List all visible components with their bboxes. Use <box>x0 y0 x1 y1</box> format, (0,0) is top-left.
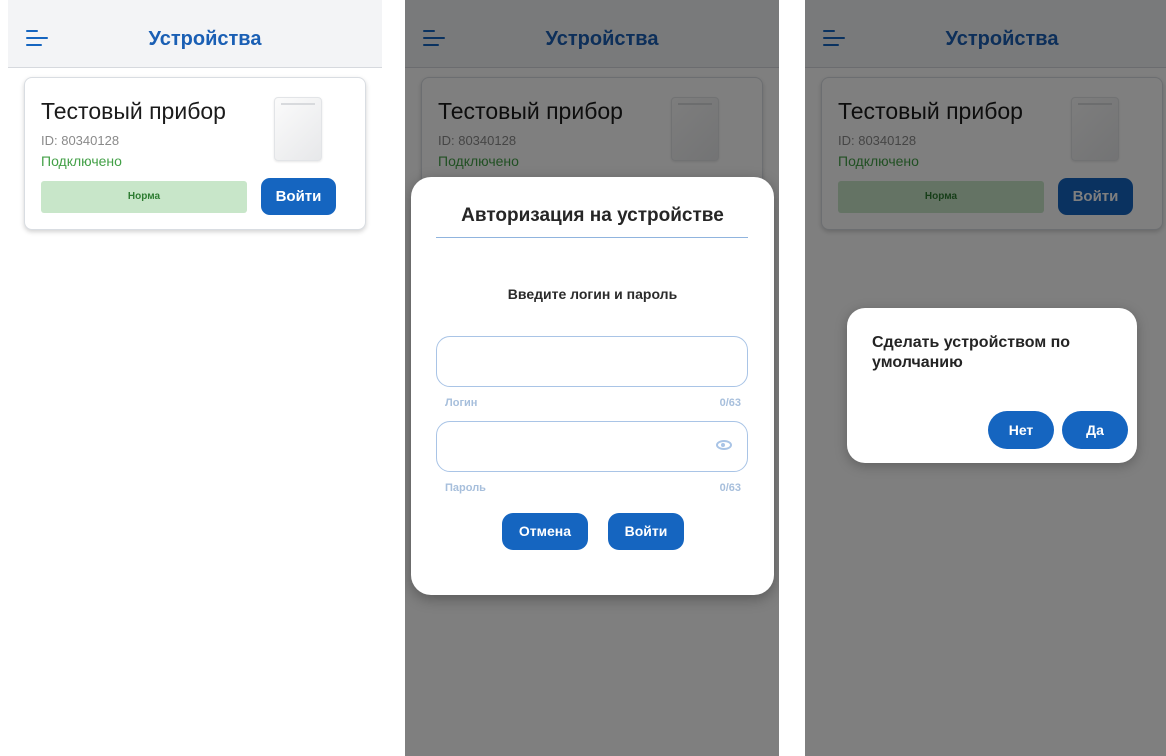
device-card[interactable]: Тестовый прибор ID: 80340128 Подключено … <box>24 77 366 230</box>
auth-login-button[interactable]: Войти <box>608 513 684 550</box>
login-helper-label: Логин <box>445 397 478 409</box>
dialog-title: Авторизация на устройстве <box>461 205 724 226</box>
yes-button[interactable]: Да <box>1062 411 1128 449</box>
password-helper: Пароль 0/63 <box>445 482 741 494</box>
no-button[interactable]: Нет <box>988 411 1054 449</box>
cancel-button[interactable]: Отмена <box>502 513 588 550</box>
login-button[interactable]: Войти <box>261 178 336 215</box>
device-id: ID: 80340128 <box>41 133 120 148</box>
device-status: Подключено <box>41 153 122 169</box>
login-counter: 0/63 <box>719 397 741 409</box>
screen-default-dialog: Устройства Тестовый прибор ID: 80340128 … <box>805 0 1166 756</box>
password-input[interactable] <box>437 422 747 471</box>
divider <box>436 237 748 238</box>
dialog-message: Сделать устройством по умолчанию <box>872 334 1071 371</box>
login-helper: Логин 0/63 <box>445 397 741 409</box>
eye-icon[interactable] <box>716 440 732 450</box>
app-bar: Устройства <box>8 0 382 68</box>
login-field[interactable] <box>436 336 748 387</box>
login-input[interactable] <box>437 337 747 386</box>
screen-auth-dialog: Устройства Тестовый прибор ID: 80340128 … <box>405 0 779 756</box>
screen-device-list: Устройства Тестовый прибор ID: 80340128 … <box>8 0 382 756</box>
device-image <box>274 97 322 161</box>
password-helper-label: Пароль <box>445 482 486 494</box>
password-counter: 0/63 <box>719 482 741 494</box>
password-field[interactable] <box>436 421 748 472</box>
auth-dialog: Авторизация на устройстве Введите логин … <box>411 177 774 595</box>
dialog-subtitle: Введите логин и пароль <box>507 286 678 302</box>
page-title: Устройства <box>148 28 262 50</box>
default-device-dialog: Сделать устройством по умолчанию Нет Да <box>847 308 1137 463</box>
device-name: Тестовый прибор <box>41 98 226 124</box>
status-badge: Норма <box>41 181 247 213</box>
